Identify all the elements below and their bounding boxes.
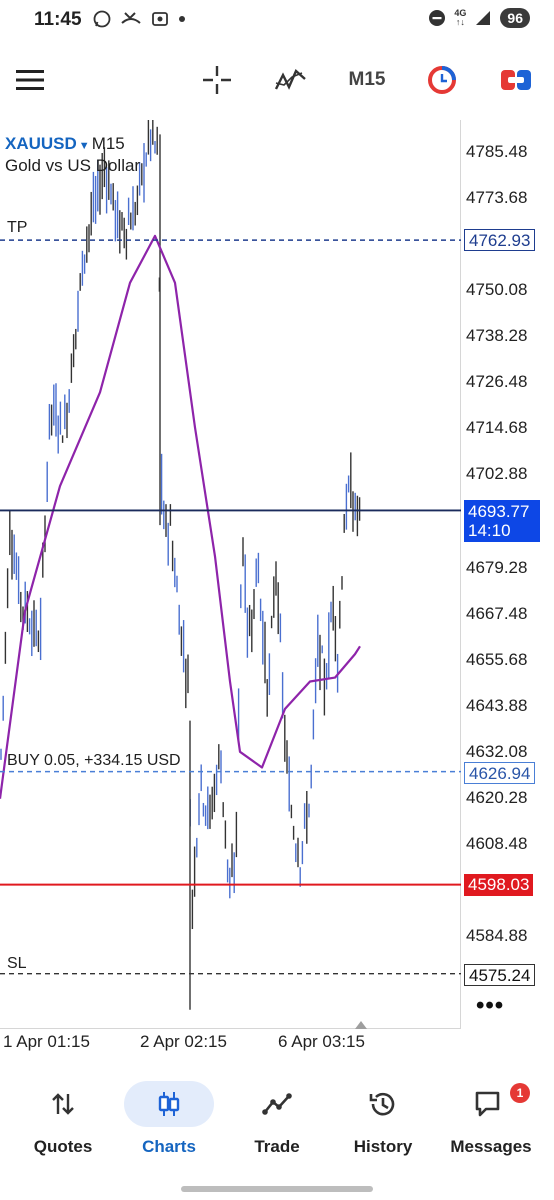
caret-down-icon: ▼ bbox=[78, 140, 90, 152]
symbol-selector[interactable]: XAUUSD ▼ M15 bbox=[5, 134, 125, 154]
nav-messages[interactable]: 1 Messages bbox=[436, 1075, 546, 1165]
symbol-timeframe: M15 bbox=[91, 134, 125, 153]
crosshair-icon bbox=[203, 66, 231, 94]
missed-call-icon bbox=[121, 12, 141, 24]
status-time: 11:45 bbox=[34, 9, 82, 30]
history-icon bbox=[369, 1092, 395, 1116]
price-scale-label: 4643.88 bbox=[466, 696, 528, 715]
home-indicator[interactable] bbox=[181, 1186, 373, 1192]
sl-label: SL bbox=[7, 955, 27, 972]
symbol-name: XAUUSD bbox=[5, 134, 77, 153]
one-click-trading-button[interactable] bbox=[424, 62, 460, 98]
screenshot-icon bbox=[152, 12, 168, 26]
price-scale-label: 4667.48 bbox=[466, 604, 528, 623]
chart-toolbar: M15 bbox=[0, 52, 554, 108]
price-scale-label: 4620.28 bbox=[466, 788, 528, 807]
nav-label: Messages bbox=[450, 1137, 532, 1156]
price-scale-label: 4714.68 bbox=[466, 418, 528, 437]
candles-icon bbox=[158, 1092, 180, 1116]
nav-label: Quotes bbox=[33, 1137, 93, 1156]
nav-trade[interactable]: Trade bbox=[222, 1075, 332, 1165]
messages-badge: 1 bbox=[510, 1083, 530, 1103]
indicators-icon bbox=[274, 69, 306, 90]
timeframe-button[interactable]: M15 bbox=[342, 62, 392, 98]
tp-label: TP bbox=[7, 219, 28, 236]
dnd-icon bbox=[429, 10, 446, 26]
price-scale-label: 4608.48 bbox=[466, 834, 528, 853]
indicators-button[interactable] bbox=[272, 62, 310, 98]
sl-price-box[interactable]: 4575.24 bbox=[464, 964, 536, 986]
bid-price-box: 4693.77 14:10 bbox=[464, 500, 540, 542]
one-click-icon bbox=[428, 66, 456, 94]
trade-line-icon bbox=[262, 1093, 292, 1115]
price-scale-label: 4773.68 bbox=[466, 188, 528, 207]
bar-countdown: 14:10 bbox=[468, 521, 511, 540]
time-axis-label: 6 Apr 03:15 bbox=[278, 1032, 365, 1051]
time-axis-label: 2 Apr 02:15 bbox=[140, 1032, 227, 1051]
trade-panel-button[interactable] bbox=[498, 62, 534, 98]
trade-panel-icon bbox=[501, 70, 531, 90]
battery-level: 96 bbox=[500, 8, 530, 28]
price-scale-label: 4632.08 bbox=[466, 742, 528, 761]
moving-average-line bbox=[0, 234, 361, 799]
signal-icon bbox=[476, 11, 491, 25]
status-notification-icons bbox=[92, 9, 186, 29]
price-scale-label: 4584.88 bbox=[466, 926, 528, 945]
dot-icon bbox=[179, 16, 185, 22]
price-scale-label: 4679.28 bbox=[466, 558, 528, 577]
nav-label: History bbox=[353, 1137, 413, 1156]
timeframe-label: M15 bbox=[348, 69, 386, 90]
bid-price: 4693.77 bbox=[468, 502, 530, 521]
price-scale-label: 4785.48 bbox=[466, 142, 528, 161]
nav-label: Trade bbox=[254, 1137, 300, 1156]
tp-price-box[interactable]: 4762.93 bbox=[464, 229, 536, 251]
time-axis-label: 1 Apr 01:15 bbox=[3, 1032, 90, 1051]
nav-label: Charts bbox=[142, 1137, 196, 1156]
position-label[interactable]: BUY 0.05, +334.15 USD bbox=[7, 752, 181, 770]
nav-history[interactable]: History bbox=[328, 1075, 438, 1165]
chat-icon bbox=[475, 1091, 500, 1117]
bottom-navigation: Quotes Charts Trade History 1 Messages bbox=[0, 1075, 554, 1175]
level-price-box[interactable]: 4598.03 bbox=[464, 874, 534, 896]
more-options-icon[interactable]: ••• bbox=[476, 992, 504, 1020]
price-scale-label: 4702.88 bbox=[466, 464, 528, 483]
crosshair-button[interactable] bbox=[198, 62, 236, 98]
price-scale-label: 4655.68 bbox=[466, 650, 528, 669]
scroll-up-icon[interactable] bbox=[354, 1020, 368, 1030]
price-chart[interactable]: XAUUSD ▼ M15 Gold vs US Dollar TP BUY 0.05… bbox=[0, 120, 554, 1060]
status-system-icons: 4G ↑↓ 96 bbox=[428, 8, 530, 28]
price-scale-label: 4726.48 bbox=[466, 372, 528, 391]
symbol-description: Gold vs US Dollar bbox=[5, 156, 141, 175]
arrows-updown-icon bbox=[52, 1093, 74, 1115]
price-scale-label: 4750.08 bbox=[466, 280, 528, 299]
network-type: 4G ↑↓ bbox=[454, 8, 467, 27]
menu-button[interactable] bbox=[12, 62, 48, 98]
chart-canvas[interactable] bbox=[0, 120, 461, 1029]
nav-charts[interactable]: Charts bbox=[114, 1075, 224, 1165]
hamburger-icon bbox=[16, 70, 44, 90]
position-price-box[interactable]: 4626.94 bbox=[464, 762, 536, 784]
nav-quotes[interactable]: Quotes bbox=[8, 1075, 118, 1165]
price-scale-label: 4738.28 bbox=[466, 326, 528, 345]
status-bar: 11:45 4G ↑↓ 96 bbox=[0, 0, 554, 42]
whatsapp-icon bbox=[93, 10, 111, 28]
